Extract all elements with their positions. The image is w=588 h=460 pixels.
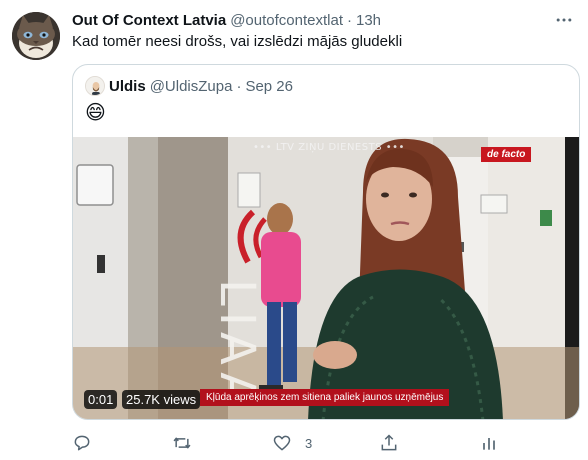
tweet-time[interactable]: 13h [356,12,381,29]
quoted-tweet[interactable]: Uldis @UldisZupa · Sep 26 😄 LIAA ••• LTV… [72,64,580,420]
retweet-icon [173,437,191,449]
share-button[interactable] [379,430,399,456]
news-ticker: Kļūda aprēķinos zem sitiena paliek jauno… [200,389,450,406]
tweet-header: Out Of Context Latvia @outofcontextlat ·… [72,10,381,30]
author-display-name[interactable]: Out Of Context Latvia [72,12,226,29]
analytics-icon [483,438,495,450]
channel-watermark: ••• LTV ZIŅU DIENESTS ••• [253,142,405,153]
separator-dot: · [346,11,352,29]
video-timestamp: 0:01 [84,390,118,409]
share-icon [381,434,397,451]
quoted-tweet-date[interactable]: Sep 26 [245,78,293,95]
quoted-tweet-text: 😄 [85,102,106,124]
video-frame: LIAA [73,137,579,419]
quoted-author-display-name[interactable]: Uldis [109,78,146,95]
quoted-author-avatar [85,76,105,96]
reply-button[interactable] [72,430,92,456]
author-handle[interactable]: @outofcontextlat [230,12,343,29]
author-avatar[interactable] [12,12,60,60]
quoted-author-handle[interactable]: @UldisZupa [150,78,233,95]
reply-icon [74,435,90,451]
like-count: 3 [305,435,313,451]
tweet-text: Kad tomēr neesi drošs, vai izslēdzi mājā… [72,33,403,50]
ellipsis-icon[interactable] [552,8,576,32]
separator-dot: · [236,77,242,95]
bearded-man-icon [86,77,104,95]
like-button[interactable]: 3 [272,430,312,456]
quoted-tweet-header: Uldis @UldisZupa · Sep 26 [85,76,293,96]
analytics-button[interactable] [479,430,499,456]
retweet-button[interactable] [172,430,192,456]
video-player[interactable]: LIAA ••• LTV ZIŅU DIENESTS ••• de facto [73,137,579,419]
show-brand-badge: de facto [481,147,532,162]
tweet-actions: 3 [72,430,502,456]
grumpy-cat-icon [12,12,60,60]
heart-icon [273,435,291,451]
tweet[interactable]: Out Of Context Latvia @outofcontextlat ·… [0,0,588,460]
video-view-count: 25.7K views [122,390,201,409]
